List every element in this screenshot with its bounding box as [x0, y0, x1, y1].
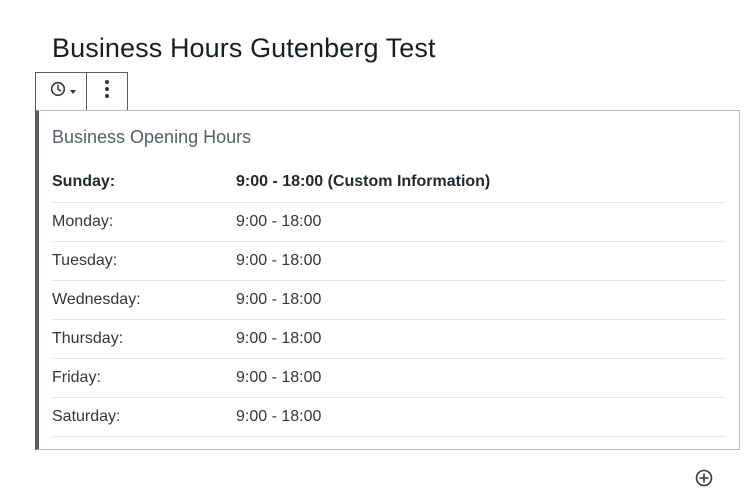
day-label: Saturday: [52, 407, 121, 425]
more-vertical-icon [104, 79, 110, 104]
clock-icon [50, 81, 66, 102]
more-options-button[interactable] [87, 73, 127, 110]
hours-row: Sunday: 9:00 - 18:00 (Custom Information) [52, 163, 726, 202]
day-label: Tuesday: [52, 251, 118, 269]
chevron-down-icon [69, 89, 76, 94]
hours-value: 9:00 - 18:00 [236, 368, 322, 386]
hours-value: 9:00 - 18:00 [236, 251, 322, 269]
business-hours-block[interactable]: Business Opening Hours Sunday: 9:00 - 18:… [35, 110, 740, 450]
block-switcher-button[interactable] [36, 73, 87, 110]
day-label: Friday: [52, 368, 101, 386]
hours-table: Sunday: 9:00 - 18:00 (Custom Information)… [52, 163, 726, 437]
hours-row: Friday: 9:00 - 18:00 [52, 358, 726, 397]
day-label: Wednesday: [52, 290, 141, 308]
editor-canvas: Business Hours Gutenberg Test Business O… [0, 0, 751, 503]
hours-row: Saturday: 9:00 - 18:00 [52, 397, 726, 436]
day-label: Thursday: [52, 329, 124, 347]
hours-value: 9:00 - 18:00 [236, 407, 322, 425]
plus-circle-icon [694, 469, 714, 492]
day-label: Monday: [52, 212, 114, 230]
day-label: Sunday: [52, 173, 116, 191]
block-inserter-button[interactable] [694, 468, 714, 488]
hours-value: 9:00 - 18:00 (Custom Information) [236, 173, 491, 191]
hours-value: 9:00 - 18:00 [236, 329, 322, 347]
hours-row: Thursday: 9:00 - 18:00 [52, 319, 726, 358]
hours-row: Monday: 9:00 - 18:00 [52, 202, 726, 241]
hours-row: Tuesday: 9:00 - 18:00 [52, 241, 726, 280]
hours-row: Wednesday: 9:00 - 18:00 [52, 280, 726, 319]
post-title[interactable]: Business Hours Gutenberg Test [52, 30, 436, 66]
block-toolbar [35, 72, 128, 110]
block-title: Business Opening Hours [52, 127, 252, 147]
hours-value: 9:00 - 18:00 [236, 212, 322, 230]
hours-value: 9:00 - 18:00 [236, 290, 322, 308]
